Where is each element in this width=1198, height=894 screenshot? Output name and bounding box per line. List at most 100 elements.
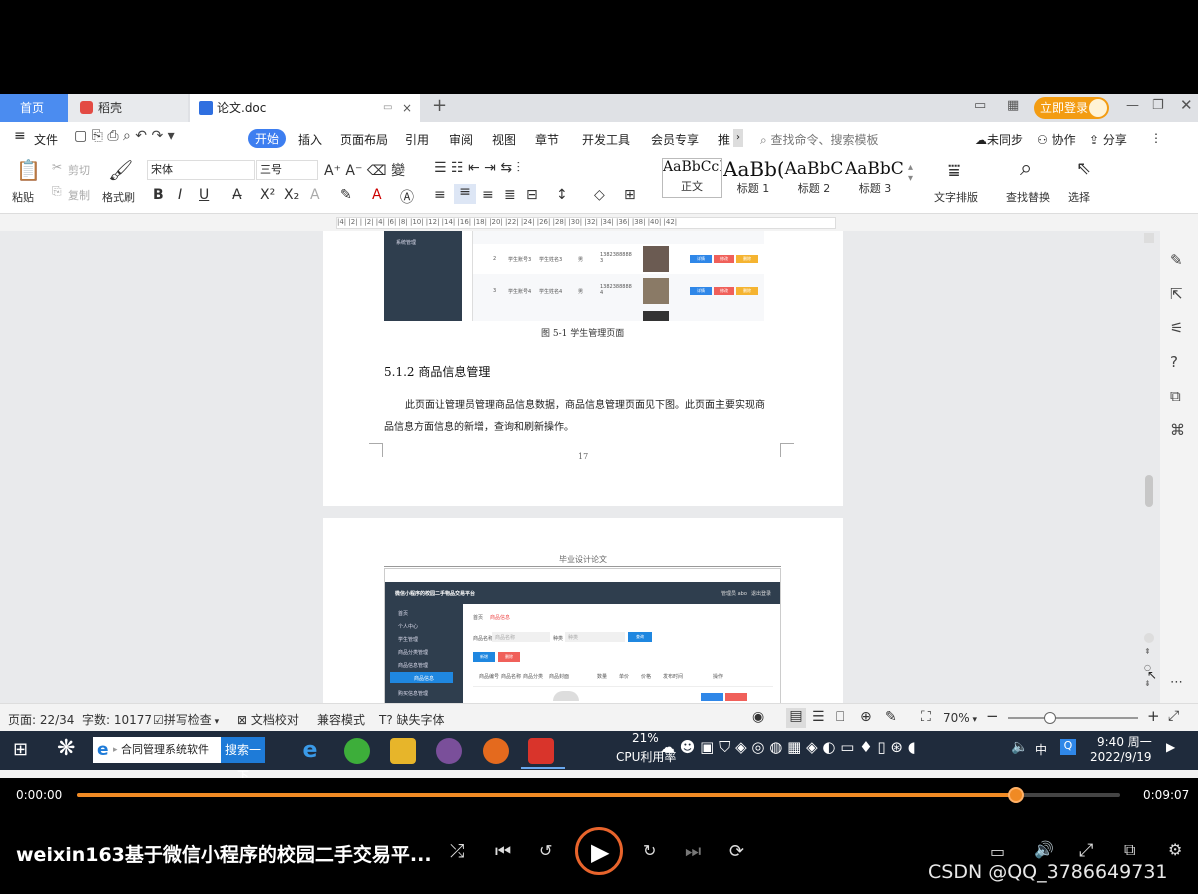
volume-player-icon[interactable]: 🔊 bbox=[1034, 840, 1054, 859]
scroll-down-icon[interactable] bbox=[1144, 633, 1154, 643]
text-layout-icon[interactable]: ⩸ bbox=[948, 158, 960, 182]
cat-app-icon[interactable] bbox=[483, 738, 509, 764]
clock-date[interactable]: 2022/9/19 bbox=[1090, 750, 1152, 764]
tray-icons[interactable]: ☁ ☻ ▣ ⛉ ◈ ◎ ◍ ▦ ◈ ◐ ▭ ♦ ▯ ⊛ ◖ bbox=[660, 738, 916, 756]
line-spacing-icon[interactable]: ↕ bbox=[556, 187, 568, 203]
subscript-icon[interactable]: X₂ bbox=[284, 187, 299, 203]
format-painter-label[interactable]: 格式刷 bbox=[102, 189, 135, 205]
menu-item-review[interactable]: 审阅 bbox=[449, 131, 473, 148]
pointer-icon[interactable]: ⇱ bbox=[1170, 285, 1183, 303]
shuffle-icon[interactable]: ⤮ bbox=[450, 841, 464, 862]
paste-icon[interactable]: 📋 bbox=[16, 158, 41, 182]
copy-label[interactable]: 复制 bbox=[68, 187, 90, 203]
share-tool-icon[interactable]: ⌘ bbox=[1170, 421, 1185, 439]
font-color-icon[interactable]: A bbox=[372, 187, 382, 203]
align-center-icon[interactable]: ≡ bbox=[454, 184, 476, 204]
web-view-icon[interactable]: ⊕ bbox=[860, 709, 872, 725]
doc-proof-button[interactable]: ⊠ 文档校对 bbox=[237, 711, 299, 728]
text-effect-icon[interactable]: A bbox=[310, 187, 320, 203]
bold-icon[interactable]: B bbox=[153, 187, 164, 203]
menu-item-layout[interactable]: 页面布局 bbox=[340, 131, 388, 148]
status-page[interactable]: 页面: 22/34 bbox=[8, 711, 74, 728]
collab-button[interactable]: ⚇ 协作 bbox=[1037, 131, 1076, 148]
menu-item-recommend[interactable]: 推 bbox=[718, 131, 730, 148]
zoom-out-icon[interactable]: − bbox=[986, 707, 999, 725]
menu-item-devtools[interactable]: 开发工具 bbox=[582, 131, 630, 148]
zoom-select[interactable]: 70% ▾ bbox=[943, 711, 977, 725]
align-right-icon[interactable]: ≡ bbox=[482, 187, 494, 203]
layout-icon[interactable]: ▭ bbox=[974, 98, 986, 113]
zoom-in-icon[interactable]: + bbox=[1147, 707, 1160, 725]
repeat-icon[interactable]: ⟳ bbox=[729, 841, 744, 862]
distribute-icon[interactable]: ⊟ bbox=[526, 187, 538, 203]
restore-icon[interactable]: ❐ bbox=[1152, 98, 1164, 113]
menu-item-insert[interactable]: 插入 bbox=[298, 131, 322, 148]
grid-apps-icon[interactable]: ▦ bbox=[1007, 98, 1019, 113]
share-button[interactable]: ⇪ 分享 bbox=[1089, 131, 1127, 148]
style-heading-1[interactable]: AaBb( 标题 1 bbox=[723, 158, 783, 198]
fullscreen-icon[interactable]: ⤢ bbox=[1168, 708, 1179, 724]
windows-start-icon[interactable]: ⊞ bbox=[13, 739, 28, 760]
float-window-icon[interactable]: ▭ bbox=[383, 94, 392, 122]
format-painter-icon[interactable]: 🖌 bbox=[108, 158, 133, 182]
cut-icon[interactable]: ✂ bbox=[52, 160, 62, 174]
progress-knob[interactable] bbox=[1007, 787, 1024, 803]
close-window-icon[interactable]: ✕ bbox=[1180, 96, 1193, 114]
cut-label[interactable]: 剪切 bbox=[68, 162, 90, 178]
media-app-icon[interactable] bbox=[436, 738, 462, 764]
strikethrough-icon[interactable]: A̶ bbox=[232, 187, 242, 203]
ie-search-input[interactable]: e ▸ 合同管理系统软件 bbox=[93, 737, 221, 763]
missing-font-button[interactable]: T? 缺失字体 bbox=[379, 711, 445, 728]
select-label[interactable]: 选择 bbox=[1068, 189, 1090, 205]
copy-icon[interactable]: ⎘ bbox=[52, 184, 62, 199]
pen-icon[interactable]: ✎ bbox=[1170, 251, 1183, 269]
list-icons[interactable]: ☰ ☷ ⇤ ⇥ ⇆ ⫶ bbox=[434, 160, 520, 176]
command-search[interactable]: ⌕ 查找命令、搜索模板 bbox=[760, 131, 879, 148]
page-view-icon[interactable]: ▤ bbox=[786, 708, 806, 728]
status-words[interactable]: 字数: 10177 bbox=[82, 711, 152, 728]
highlight-icon[interactable]: ✎ bbox=[340, 187, 352, 203]
close-tab-icon[interactable]: × bbox=[402, 94, 412, 122]
zoom-slider[interactable] bbox=[1008, 712, 1138, 724]
italic-icon[interactable]: I bbox=[178, 187, 182, 203]
find-replace-icon[interactable]: ⌕ bbox=[1020, 156, 1032, 181]
char-border-icon[interactable]: Ⓐ bbox=[400, 187, 414, 207]
font-name-select[interactable]: 宋体 bbox=[147, 160, 255, 180]
minimize-icon[interactable]: — bbox=[1126, 98, 1139, 113]
ruler-scale[interactable]: |4| |2| | |2| |4| |6| |8| |10| |12| |14|… bbox=[336, 217, 836, 229]
outline-view-icon[interactable]: ☰ bbox=[812, 709, 825, 725]
find-replace-label[interactable]: 查找替换 bbox=[1006, 189, 1050, 205]
tab-home[interactable]: 首页 bbox=[0, 94, 68, 122]
scrollbar-thumb[interactable] bbox=[1145, 475, 1153, 507]
file-explorer-icon[interactable] bbox=[390, 738, 416, 764]
tab-daoke[interactable]: 稻壳 bbox=[68, 94, 188, 122]
settings-sliders-icon[interactable]: ⚟ bbox=[1170, 319, 1183, 337]
pip-icon[interactable]: ⧉ bbox=[1124, 840, 1135, 860]
progress-track[interactable] bbox=[77, 787, 1120, 803]
vertical-scrollbar[interactable]: ⇞ ○ ⇟ bbox=[1143, 233, 1155, 701]
hamburger-icon[interactable]: ≡ bbox=[14, 128, 26, 144]
menu-file[interactable]: 文件 bbox=[34, 131, 58, 148]
font-size-select[interactable]: 三号 bbox=[256, 160, 318, 180]
write-mode-icon[interactable]: ✎ bbox=[885, 709, 897, 725]
style-heading-3[interactable]: AaBbC( 标题 3 bbox=[845, 158, 905, 198]
previous-icon[interactable]: ⏮ bbox=[495, 841, 511, 862]
shading-icon[interactable]: ◇ bbox=[594, 187, 605, 203]
quick-access-icons[interactable]: ▢ ⎘ ⎙ ⌕ ↶ ↷ ▾ bbox=[74, 128, 175, 144]
qq-tray-icon[interactable]: Q bbox=[1060, 739, 1076, 755]
menu-item-chapter[interactable]: 章节 bbox=[535, 131, 559, 148]
green-browser-icon[interactable] bbox=[344, 738, 370, 764]
more-tools-icon[interactable]: ⋯ bbox=[1170, 675, 1183, 690]
clock-time[interactable]: 9:40 周一 bbox=[1097, 733, 1152, 750]
font-grow-shrink-icons[interactable]: A⁺ A⁻ ⌫ 變 bbox=[324, 160, 405, 180]
expand-icon[interactable]: ⤢ bbox=[1079, 840, 1093, 861]
ie-browser-icon[interactable]: e bbox=[297, 738, 323, 764]
style-heading-2[interactable]: AaBbC 标题 2 bbox=[784, 158, 844, 198]
subtitles-icon[interactable]: ▭ bbox=[990, 842, 1005, 861]
more-player-icon[interactable]: ⚙ bbox=[1168, 840, 1182, 859]
more-options-icon[interactable]: ⋮ bbox=[1150, 131, 1162, 145]
sync-button[interactable]: ☁未同步 bbox=[975, 131, 1023, 148]
menu-more-icon[interactable]: › bbox=[733, 129, 743, 147]
read-view-icon[interactable]: ⎕ bbox=[836, 709, 844, 725]
prev-page-icon[interactable]: ⇞ bbox=[1144, 647, 1151, 656]
